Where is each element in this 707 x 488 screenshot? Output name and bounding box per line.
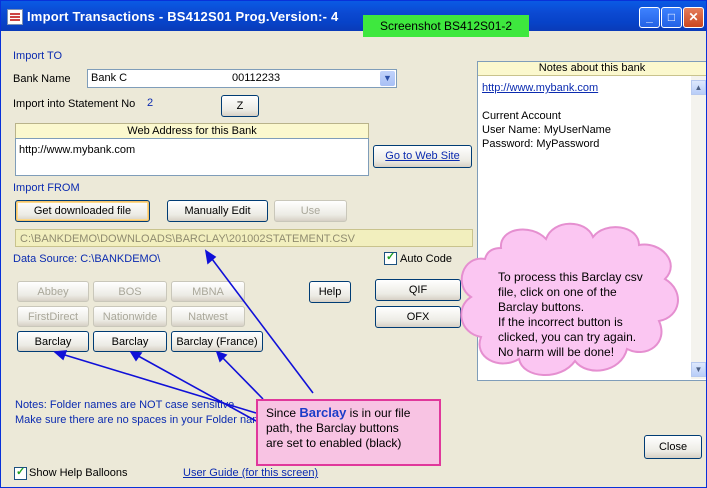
barclay-callout: Since Barclay is in our file path, the B…: [256, 399, 441, 466]
help-cloud-text: To process this Barclay csv file, click …: [498, 270, 658, 360]
arrow-head-barclay-1: [53, 350, 68, 361]
cloud-line-3: Barclay buttons.: [498, 300, 585, 314]
arrow-head-barclay-2: [129, 351, 143, 362]
callout-line-2: path, the Barclay buttons: [266, 421, 399, 435]
callout-prefix: Since: [266, 406, 300, 420]
callout-bold: Barclay: [299, 405, 347, 420]
cloud-line-4: If the incorrect button is: [498, 315, 623, 329]
arrow-to-path: [205, 250, 314, 394]
callout-rest: is in our file: [346, 406, 411, 420]
cloud-line-6: No harm will be done!: [498, 345, 615, 359]
cloud-line-1: To process this Barclay csv: [498, 270, 643, 284]
arrow-to-barclay-france: [216, 351, 264, 400]
callout-arrows: [53, 249, 314, 422]
arrow-to-barclay-2: [130, 351, 257, 422]
callout-line-3: are set to enabled (black): [266, 436, 402, 450]
cloud-line-2: file, click on one of the: [498, 285, 617, 299]
import-transactions-window: Import Transactions - BS412S01 Prog.Vers…: [0, 0, 707, 488]
cloud-line-5: clicked, you can try again.: [498, 330, 637, 344]
